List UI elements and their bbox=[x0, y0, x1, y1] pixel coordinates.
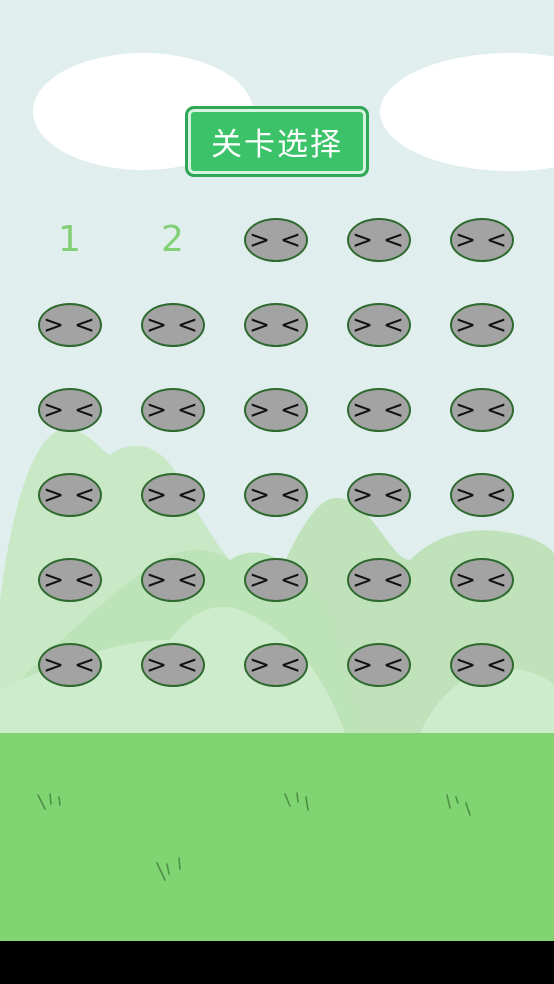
locked-level-button[interactable]: > < bbox=[121, 452, 224, 537]
locked-level-button[interactable]: > < bbox=[18, 537, 121, 622]
squinting-face-icon: > < bbox=[346, 642, 411, 687]
squinting-face-icon: > < bbox=[346, 557, 411, 602]
locked-level-button[interactable]: > < bbox=[430, 282, 533, 367]
squinting-face-icon: > < bbox=[140, 557, 205, 602]
squinting-face-icon: > < bbox=[449, 387, 514, 432]
locked-level-button[interactable]: > < bbox=[430, 537, 533, 622]
squinting-face-icon: > < bbox=[449, 302, 514, 347]
squinting-face-icon: > < bbox=[37, 642, 102, 687]
locked-level-button[interactable]: > < bbox=[18, 367, 121, 452]
squinting-face-icon: > < bbox=[346, 217, 411, 262]
squinting-face-icon: > < bbox=[37, 302, 102, 347]
level-1-button[interactable]: 1 bbox=[18, 197, 121, 282]
squinting-face-icon: > < bbox=[37, 472, 102, 517]
locked-level-button[interactable]: > < bbox=[18, 452, 121, 537]
squinting-face-icon: > < bbox=[140, 642, 205, 687]
squinting-face-icon: > < bbox=[243, 387, 308, 432]
squinting-face-icon: > < bbox=[449, 557, 514, 602]
locked-level-button[interactable]: > < bbox=[121, 537, 224, 622]
level-select-title-button[interactable]: 关卡选择 bbox=[185, 106, 369, 177]
locked-level-button[interactable]: > < bbox=[430, 197, 533, 282]
locked-level-button[interactable]: > < bbox=[430, 452, 533, 537]
level-number: 1 bbox=[58, 219, 81, 260]
locked-level-button[interactable]: > < bbox=[430, 367, 533, 452]
locked-level-button[interactable]: > < bbox=[327, 452, 430, 537]
locked-level-button[interactable]: > < bbox=[224, 622, 327, 707]
squinting-face-icon: > < bbox=[37, 557, 102, 602]
locked-level-button[interactable]: > < bbox=[18, 622, 121, 707]
squinting-face-icon: > < bbox=[243, 302, 308, 347]
level-number: 2 bbox=[161, 219, 184, 260]
squinting-face-icon: > < bbox=[346, 302, 411, 347]
bottom-bar bbox=[0, 941, 554, 984]
squinting-face-icon: > < bbox=[449, 472, 514, 517]
locked-level-button[interactable]: > < bbox=[327, 622, 430, 707]
locked-level-button[interactable]: > < bbox=[327, 367, 430, 452]
squinting-face-icon: > < bbox=[140, 472, 205, 517]
level-grid: 1 2 > < > < > < > < > < > < > < > < > < > < > < > < > … bbox=[18, 197, 532, 707]
squinting-face-icon: > < bbox=[140, 302, 205, 347]
locked-level-button[interactable]: > < bbox=[224, 367, 327, 452]
level-2-button[interactable]: 2 bbox=[121, 197, 224, 282]
locked-level-button[interactable]: > < bbox=[224, 537, 327, 622]
squinting-face-icon: > < bbox=[243, 642, 308, 687]
locked-level-button[interactable]: > < bbox=[327, 197, 430, 282]
locked-level-button[interactable]: > < bbox=[121, 282, 224, 367]
squinting-face-icon: > < bbox=[243, 557, 308, 602]
squinting-face-icon: > < bbox=[449, 642, 514, 687]
squinting-face-icon: > < bbox=[346, 387, 411, 432]
locked-level-button[interactable]: > < bbox=[327, 282, 430, 367]
squinting-face-icon: > < bbox=[140, 387, 205, 432]
locked-level-button[interactable]: > < bbox=[327, 537, 430, 622]
locked-level-button[interactable]: > < bbox=[430, 622, 533, 707]
locked-level-button[interactable]: > < bbox=[224, 452, 327, 537]
squinting-face-icon: > < bbox=[449, 217, 514, 262]
squinting-face-icon: > < bbox=[346, 472, 411, 517]
locked-level-button[interactable]: > < bbox=[121, 622, 224, 707]
game-scene: 关卡选择 1 2 > < > < > < > < > < > < > < > < > < > < > <… bbox=[0, 0, 554, 941]
locked-level-button[interactable]: > < bbox=[18, 282, 121, 367]
locked-level-button[interactable]: > < bbox=[224, 197, 327, 282]
squinting-face-icon: > < bbox=[37, 387, 102, 432]
locked-level-button[interactable]: > < bbox=[121, 367, 224, 452]
squinting-face-icon: > < bbox=[243, 217, 308, 262]
squinting-face-icon: > < bbox=[243, 472, 308, 517]
locked-level-button[interactable]: > < bbox=[224, 282, 327, 367]
